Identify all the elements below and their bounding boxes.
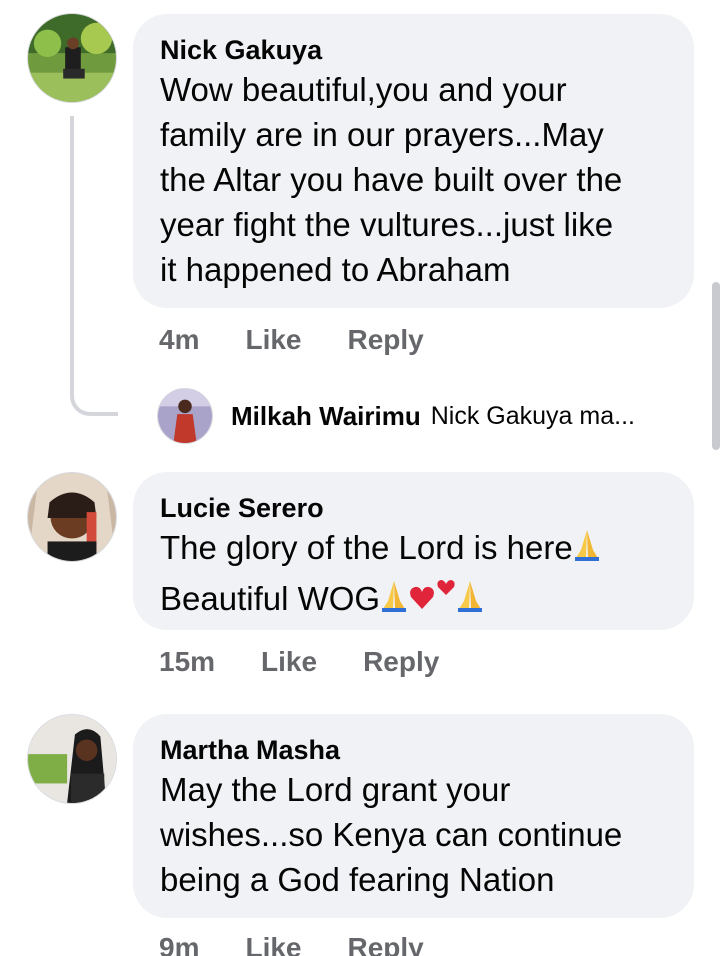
comment-text: Wow beautiful,you and your family are in… (160, 67, 666, 292)
comment-line: family are in our prayers...May (160, 116, 604, 153)
reply-thread-line (70, 116, 118, 416)
comment-line: Wow beautiful,you and your (160, 71, 567, 108)
reply-snippet: Nick Gakuya ma... (430, 401, 635, 430)
comment-actions: 9m Like Reply (159, 932, 424, 956)
reply-button[interactable]: Reply (348, 324, 424, 356)
comment-line: it happened to Abraham (160, 251, 511, 288)
like-button[interactable]: Like (261, 646, 317, 678)
comment-text: May the Lord grant your wishes...so Keny… (160, 767, 666, 902)
scrollbar[interactable] (712, 282, 720, 450)
comment-line: the Altar you have built over the (160, 161, 623, 198)
reply-author[interactable]: Milkah Wairimu (231, 401, 421, 432)
comment-actions: 15m Like Reply (159, 646, 439, 678)
comments-page: Nick Gakuya Wow beautiful,you and your f… (0, 0, 720, 956)
avatar-nick-gakuya[interactable] (27, 13, 117, 103)
comment-line: May the Lord grant your (160, 771, 511, 808)
like-button[interactable]: Like (245, 932, 301, 956)
avatar-martha-masha[interactable] (27, 714, 117, 804)
reply-button[interactable]: Reply (348, 932, 424, 956)
folded-hands-icon (456, 579, 484, 613)
avatar-lucie-serero[interactable] (27, 472, 117, 562)
comment-line-text: The glory of the Lord is here (160, 529, 573, 566)
comment-timestamp[interactable]: 4m (159, 324, 199, 356)
red-heart-icon (408, 579, 436, 613)
comment-line-text: Beautiful WOG (160, 580, 381, 617)
comment-bubble[interactable]: Nick Gakuya Wow beautiful,you and your f… (133, 14, 694, 308)
comment-line: being a God fearing Nation (160, 861, 555, 898)
comment-author[interactable]: Lucie Serero (160, 491, 666, 525)
comment-author[interactable]: Nick Gakuya (160, 33, 666, 67)
comment-bubble[interactable]: Martha Masha May the Lord grant your wis… (133, 714, 694, 918)
two-hearts-icon (436, 570, 456, 604)
folded-hands-icon (380, 579, 408, 613)
comment-line: Beautiful WOG (160, 570, 666, 621)
avatar-milkah-wairimu[interactable] (157, 388, 213, 444)
folded-hands-icon (573, 528, 601, 562)
comment-line: year fight the vultures...just like (160, 206, 614, 243)
comment-timestamp[interactable]: 9m (159, 932, 199, 956)
like-button[interactable]: Like (245, 324, 301, 356)
reply-button[interactable]: Reply (363, 646, 439, 678)
comment-text: The glory of the Lord is here Beautiful … (160, 525, 666, 621)
comment-bubble[interactable]: Lucie Serero The glory of the Lord is he… (133, 472, 694, 630)
comment-author[interactable]: Martha Masha (160, 733, 666, 767)
comment-actions: 4m Like Reply (159, 324, 424, 356)
comment-line: The glory of the Lord is here (160, 525, 666, 570)
comment-line: wishes...so Kenya can continue (160, 816, 623, 853)
reply-preview[interactable]: Milkah Wairimu Nick Gakuya ma... (157, 388, 635, 444)
comment-timestamp[interactable]: 15m (159, 646, 215, 678)
